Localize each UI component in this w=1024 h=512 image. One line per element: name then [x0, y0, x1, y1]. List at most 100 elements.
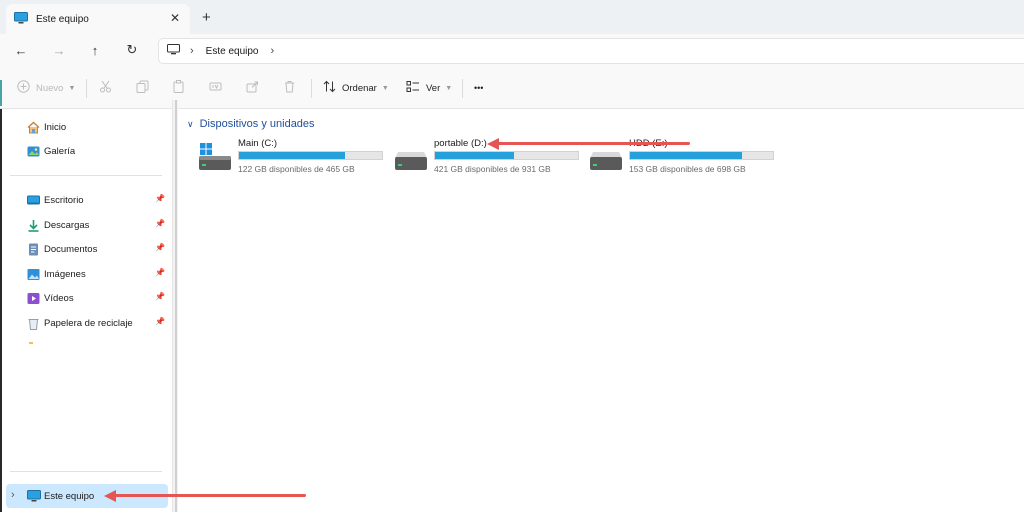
command-bar: Nuevo ▼ Ordenar ▼ Ver ▼ •••	[0, 67, 1024, 109]
sidebar-item-escritorio[interactable]: Escritorio 📌	[27, 192, 167, 208]
copy-icon	[136, 80, 149, 96]
image-icon	[27, 268, 40, 281]
pin-icon[interactable]: 📌	[155, 317, 165, 326]
forward-button[interactable]: →	[50, 41, 68, 59]
tab-este-equipo[interactable]: Este equipo ✕	[6, 4, 190, 34]
share-button[interactable]	[246, 79, 259, 97]
sidebar-item-inicio[interactable]: Inicio	[27, 119, 167, 135]
drive-name: Main (C:)	[238, 138, 278, 149]
drive-icon	[589, 142, 623, 172]
sidebar-item-descargas[interactable]: Descargas 📌	[27, 217, 167, 233]
sort-button[interactable]: Ordenar ▼	[323, 79, 389, 97]
sidebar-item-label: Descargas	[44, 219, 90, 231]
sidebar-item-label: Vídeos	[44, 292, 74, 304]
breadcrumb-chevron-icon[interactable]: ›	[190, 45, 194, 57]
new-tab-button[interactable]: +	[202, 9, 211, 26]
drive-name: portable (D:)	[434, 138, 487, 149]
back-button[interactable]: ←	[12, 41, 30, 59]
sidebar-item-galeria[interactable]: Galería	[27, 143, 167, 159]
drive-free-space: 153 GB disponibles de 698 GB	[629, 164, 746, 174]
capacity-bar	[629, 151, 774, 160]
delete-button[interactable]	[283, 79, 296, 97]
paste-button[interactable]	[172, 79, 185, 97]
rename-button[interactable]	[209, 79, 222, 97]
copy-button[interactable]	[136, 79, 149, 97]
breadcrumb-este-equipo[interactable]: Este equipo	[206, 46, 259, 57]
sidebar-item-label: Papelera de reciclaje	[44, 317, 133, 329]
annotation-arrow-este-equipo	[113, 494, 306, 497]
system-drive-icon	[198, 142, 232, 172]
capacity-bar	[238, 151, 383, 160]
home-icon	[27, 121, 40, 134]
plus-circle-icon	[17, 80, 30, 96]
expand-chevron-icon[interactable]: ›	[11, 489, 15, 501]
annotation-arrow-drive-d	[496, 142, 690, 145]
view-icon	[406, 80, 420, 96]
drive-free-space: 122 GB disponibles de 465 GB	[238, 164, 355, 174]
divider	[86, 79, 87, 98]
computer-icon	[167, 44, 180, 58]
divider	[462, 79, 463, 98]
refresh-button[interactable]: ↻	[123, 41, 141, 59]
view-button[interactable]: Ver ▼	[406, 79, 452, 97]
new-button[interactable]: Nuevo ▼	[17, 79, 75, 97]
sidebar-item-label: Galería	[44, 145, 76, 157]
close-tab-icon[interactable]: ✕	[170, 11, 180, 25]
monitor-icon	[27, 489, 41, 503]
pin-icon[interactable]: 📌	[155, 243, 165, 252]
address-bar[interactable]: › Este equipo ›	[158, 38, 1024, 64]
monitor-icon	[14, 11, 28, 27]
sidebar-item-videos[interactable]: Vídeos 📌	[27, 290, 167, 306]
more-options-button[interactable]: •••	[474, 79, 483, 97]
sidebar-item-label: Imágenes	[44, 268, 86, 280]
divider	[10, 175, 162, 176]
view-button-label: Ver	[426, 82, 441, 94]
drive-free-space: 421 GB disponibles de 931 GB	[434, 164, 551, 174]
desktop-icon	[27, 194, 40, 207]
sidebar-item-documentos[interactable]: Documentos 📌	[27, 241, 167, 257]
document-icon	[27, 243, 40, 256]
annotation-arrowhead	[104, 489, 116, 502]
sidebar-item-imagenes[interactable]: Imágenes 📌	[27, 266, 167, 282]
navigation-pane: Inicio Galería Escritorio 📌 Descargas 📌 …	[0, 109, 170, 512]
capacity-bar	[434, 151, 579, 160]
annotation-arrowhead	[487, 137, 499, 150]
tab-title: Este equipo	[36, 13, 89, 25]
chevron-down-icon: ▼	[445, 84, 453, 92]
sidebar-item-label: Documentos	[44, 243, 98, 255]
sort-icon	[323, 80, 336, 96]
pin-icon[interactable]: 📌	[155, 292, 165, 301]
pane-splitter[interactable]	[172, 100, 178, 512]
download-icon	[27, 219, 40, 232]
sidebar-item-label: Escritorio	[44, 194, 84, 206]
pin-icon[interactable]: 📌	[155, 268, 165, 277]
clipboard-icon	[172, 80, 185, 96]
chevron-down-icon: ▼	[68, 84, 76, 92]
breadcrumb-chevron-icon[interactable]: ›	[271, 45, 275, 57]
divider	[311, 79, 312, 98]
content-pane: ∨ Dispositivos y unidades Main (C:) 122 …	[179, 109, 1024, 512]
rename-icon	[209, 80, 222, 96]
sidebar-item-label: Este equipo	[44, 490, 95, 502]
new-button-label: Nuevo	[36, 82, 64, 94]
video-icon	[27, 292, 40, 305]
sidebar-item-papelera[interactable]: Papelera de reciclaje 📌	[27, 315, 167, 331]
chevron-down-icon: ▼	[381, 84, 389, 92]
divider	[10, 471, 162, 472]
up-button[interactable]: ↑	[86, 41, 104, 59]
tab-strip: Este equipo ✕ +	[0, 0, 1024, 34]
drive-c[interactable]: Main (C:) 122 GB disponibles de 465 GB	[198, 136, 388, 176]
group-header[interactable]: ∨ Dispositivos y unidades	[187, 118, 315, 130]
navigation-bar: ← → ↑ ↻ › Este equipo ›	[0, 34, 1024, 67]
accent-line	[0, 80, 2, 106]
pin-icon[interactable]: 📌	[155, 194, 165, 203]
cut-button[interactable]	[99, 79, 112, 97]
capacity-fill	[630, 152, 742, 159]
gallery-icon	[27, 145, 40, 158]
splitter-bar	[175, 100, 177, 512]
pin-icon[interactable]: 📌	[155, 219, 165, 228]
recycle-bin-icon	[27, 317, 40, 330]
sidebar-item-label: Inicio	[44, 121, 67, 133]
chevron-down-icon[interactable]: ∨	[187, 119, 194, 130]
drive-icon	[394, 142, 428, 172]
